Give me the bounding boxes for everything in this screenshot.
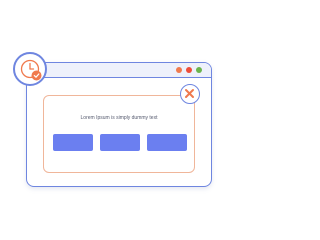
window-close-dot[interactable] — [196, 67, 202, 73]
clock-icon — [20, 59, 42, 81]
window-titlebar — [27, 63, 211, 78]
dialog-button-1[interactable] — [53, 134, 93, 151]
dialog-button-3[interactable] — [147, 134, 187, 151]
close-icon — [185, 89, 194, 98]
illustration-canvas: Lorem Ipsum is simply dummy text — [0, 0, 240, 240]
close-button[interactable] — [180, 84, 200, 104]
app-window: Lorem Ipsum is simply dummy text — [26, 62, 212, 187]
clock-badge — [13, 52, 47, 86]
dialog-box: Lorem Ipsum is simply dummy text — [43, 95, 195, 173]
dialog-message: Lorem Ipsum is simply dummy text — [80, 115, 158, 121]
dialog-button-2[interactable] — [100, 134, 140, 151]
window-minimize-dot[interactable] — [176, 67, 182, 73]
window-maximize-dot[interactable] — [186, 67, 192, 73]
